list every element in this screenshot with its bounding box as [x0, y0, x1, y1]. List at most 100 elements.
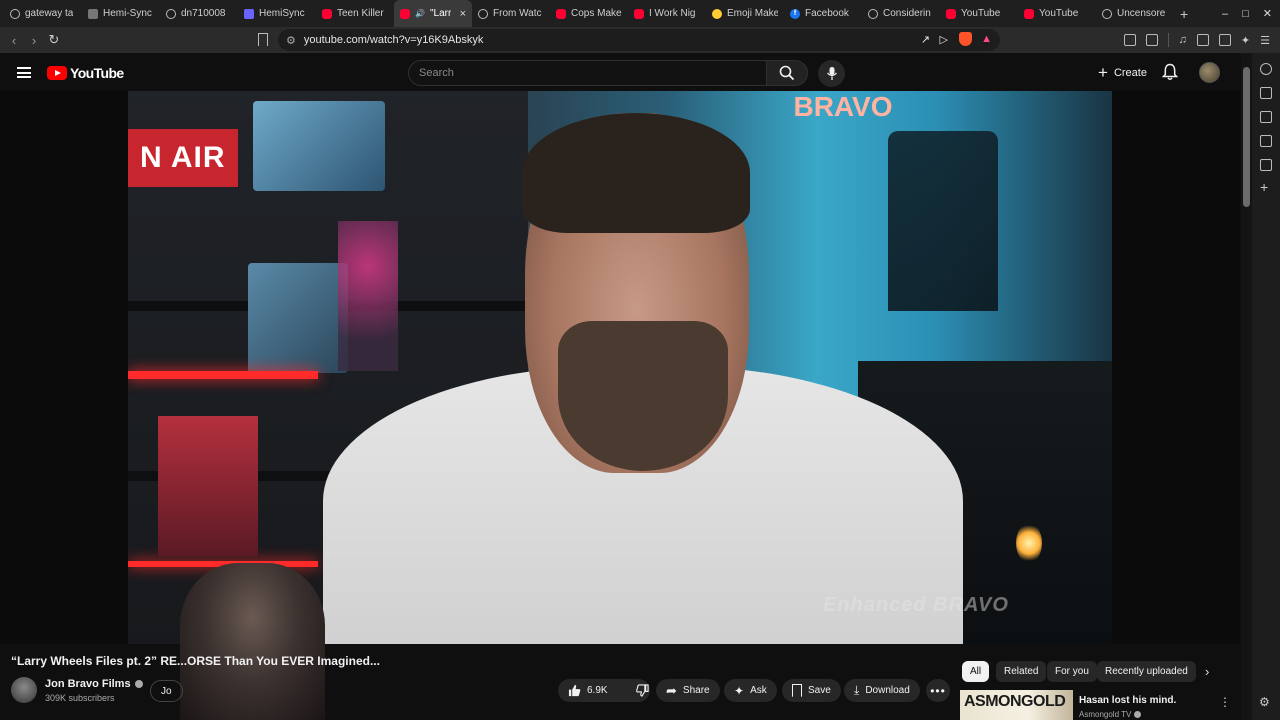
browser-tab[interactable]: gateway ta	[4, 0, 82, 27]
new-tab-button[interactable]: +	[1180, 6, 1188, 22]
browser-tab[interactable]: Hemi-Sync	[82, 0, 160, 27]
youtube-icon	[1024, 8, 1034, 19]
account-avatar[interactable]	[1199, 62, 1220, 83]
close-icon[interactable]: ✕	[1263, 7, 1272, 20]
browser-tab-label: HemiSync	[259, 8, 305, 19]
suggested-channel-name: Asmongold TV	[1079, 710, 1132, 719]
menu-icon[interactable]: ☰	[1260, 34, 1270, 47]
chips-next-chevron-icon[interactable]: ›	[1205, 664, 1209, 679]
play-button-plaque	[248, 263, 348, 373]
browser-tab[interactable]: From Watc	[472, 0, 550, 27]
more-actions-button[interactable]: •••	[926, 679, 950, 702]
open-external-icon[interactable]: ↗	[921, 33, 930, 46]
suggested-channel[interactable]: Asmongold TV	[1079, 710, 1142, 719]
browser-tab[interactable]: Considerin	[862, 0, 940, 27]
join-button[interactable]: Jo	[150, 680, 183, 702]
search-button[interactable]	[766, 60, 808, 86]
scrollbar-thumb[interactable]	[1243, 67, 1250, 207]
bookmarks-sidebar-icon[interactable]	[1260, 135, 1272, 147]
join-label: Jo	[161, 685, 172, 697]
toolbar-right-icons: ♫ ✦ ☰	[1123, 27, 1270, 53]
send-icon[interactable]: ▷	[940, 33, 948, 46]
browser-tab[interactable]: HemiSync	[238, 0, 316, 27]
on-air-sign: N AIR	[128, 129, 238, 187]
share-button[interactable]: ➦ Share	[656, 679, 720, 702]
ask-button[interactable]: ✦ Ask	[724, 679, 777, 702]
youtube-header: YouTube Search + Create	[0, 53, 1240, 91]
webcam-overlay	[180, 563, 325, 720]
brave-rewards-icon[interactable]: ▲	[981, 33, 992, 45]
maximize-icon[interactable]: □	[1242, 8, 1249, 20]
screenshot-icon[interactable]	[1145, 34, 1158, 46]
url-text: youtube.com/watch?v=y16K9Abskyk	[303, 34, 484, 46]
download-label: Download	[865, 685, 910, 696]
thumbs-down-icon	[635, 684, 649, 697]
browser-tab[interactable]: Emoji Make	[706, 0, 784, 27]
voice-search-button[interactable]	[818, 60, 845, 87]
channel-avatar[interactable]	[11, 677, 37, 703]
suggested-video-title[interactable]: Hasan lost his mind.	[1079, 695, 1176, 706]
sidebar-toggle-icon[interactable]	[1196, 34, 1209, 46]
edison-bulb	[1016, 523, 1042, 563]
history-sidebar-icon[interactable]	[1260, 159, 1272, 171]
browser-tab-label: Facebook	[805, 8, 849, 19]
address-bar[interactable]: ⚙ youtube.com/watch?v=y16K9Abskyk ↗ ▷ ▲	[278, 29, 1000, 51]
verified-badge-icon	[134, 680, 143, 688]
save-button[interactable]: Save	[782, 679, 841, 702]
browser-tab[interactable]: dn710008	[160, 0, 238, 27]
wallet-sidebar-icon[interactable]	[1260, 111, 1272, 123]
filter-chip[interactable]: Recently uploaded	[1097, 661, 1196, 682]
page-scrollbar[interactable]	[1241, 53, 1252, 720]
tab-close-icon[interactable]: ×	[460, 8, 466, 20]
browser-tab[interactable]: 🔊 "Larr ×	[394, 0, 472, 27]
minimize-icon[interactable]: –	[1222, 8, 1228, 20]
download-button[interactable]: ⤓ Download	[844, 679, 920, 702]
browser-tab[interactable]: Teen Killer	[316, 0, 394, 27]
forward-icon[interactable]: ›	[24, 33, 44, 48]
browser-tab[interactable]: Cops Make	[550, 0, 628, 27]
youtube-icon	[946, 8, 956, 19]
filter-chip[interactable]: Related	[996, 661, 1047, 682]
notifications-bell-icon[interactable]	[1161, 63, 1179, 86]
extensions-icon[interactable]	[1123, 34, 1136, 46]
share-label: Share	[682, 685, 710, 696]
browser-tab[interactable]: Uncensore	[1096, 0, 1174, 27]
brave-shields-icon[interactable]	[959, 32, 972, 46]
like-button[interactable]: 6.9K	[558, 679, 616, 702]
browser-tab[interactable]: f Facebook	[784, 0, 862, 27]
create-label: Create	[1113, 67, 1147, 79]
back-icon[interactable]: ‹	[4, 33, 24, 48]
youtube-logo[interactable]: YouTube	[47, 65, 124, 81]
leo-sidebar-icon[interactable]	[1260, 63, 1272, 75]
like-dislike-group: 6.9K	[558, 679, 650, 702]
browser-tab[interactable]: YouTube	[940, 0, 1018, 27]
site-info-icon[interactable]: ⚙	[286, 34, 296, 47]
leo-ai-icon[interactable]: ✦	[1241, 34, 1250, 47]
generic-site-icon	[166, 8, 176, 19]
reading-list-icon[interactable]	[1260, 87, 1272, 99]
generic-site-icon	[10, 8, 20, 19]
channel-name[interactable]: Jon Bravo Films	[45, 678, 143, 690]
suggested-video-thumbnail[interactable]: ASMONGOLD	[960, 690, 1073, 720]
video-frame[interactable]: N AIR BRAVO Enhanced BRAVO	[128, 91, 1112, 644]
tab-audio-icon[interactable]: 🔊	[415, 9, 425, 18]
suggested-more-icon[interactable]: ⋮	[1219, 695, 1231, 709]
browser-tab[interactable]: I Work Nig	[628, 0, 706, 27]
browser-tab-label: Emoji Make	[727, 8, 778, 19]
dislike-button[interactable]	[628, 679, 659, 702]
filter-chip[interactable]: For you	[1047, 661, 1097, 682]
youtube-icon	[400, 8, 410, 19]
bookmark-icon[interactable]	[258, 33, 268, 46]
person-beard	[558, 321, 728, 471]
guide-menu-icon[interactable]	[17, 67, 31, 78]
reload-icon[interactable]: ↻	[44, 32, 64, 48]
filter-chip[interactable]: All	[962, 661, 990, 682]
browser-tab[interactable]: YouTube	[1018, 0, 1096, 27]
video-player[interactable]: N AIR BRAVO Enhanced BRAVO	[0, 91, 1240, 644]
create-button[interactable]: + Create	[1090, 61, 1155, 85]
add-sidebar-item-icon[interactable]: +	[1260, 179, 1268, 195]
wallet-icon[interactable]	[1218, 34, 1231, 46]
search-input[interactable]: Search	[408, 60, 767, 86]
sidebar-settings-icon[interactable]: ⚙	[1259, 695, 1270, 709]
media-icon[interactable]: ♫	[1179, 34, 1187, 46]
